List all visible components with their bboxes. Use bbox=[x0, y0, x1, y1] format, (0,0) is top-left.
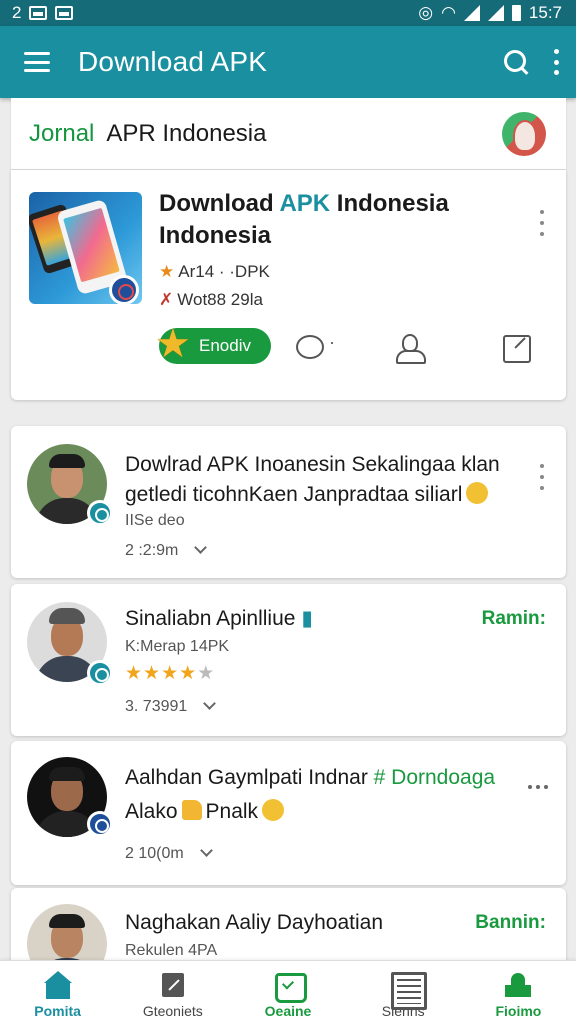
verified-badge-icon bbox=[87, 500, 113, 526]
post-card[interactable]: Naghakan Aaliy Dayhoatian Bannin: Rekule… bbox=[11, 888, 566, 984]
post-time: 3. 73991 bbox=[125, 697, 217, 716]
post-time: 2 :2:9m bbox=[125, 541, 208, 560]
featured-app-title[interactable]: Download APK Indonesia Indonesia bbox=[159, 188, 519, 252]
post-card[interactable]: Sinaliabn Apinlliue ▮ Ramin: K:Merap 14P… bbox=[11, 584, 566, 736]
verified-icon: ▮ bbox=[301, 607, 313, 630]
avatar-hair bbox=[49, 767, 85, 781]
battery-icon bbox=[511, 5, 521, 21]
card-more-icon[interactable] bbox=[538, 210, 546, 236]
verified-badge-icon bbox=[87, 660, 113, 686]
nav-item-posts[interactable]: Gteoniets bbox=[115, 961, 230, 1024]
post-title-text: Sinaliabn Apinlliue bbox=[125, 607, 296, 630]
app-bar: Download APK bbox=[0, 26, 576, 98]
nav-label: Oeaine bbox=[264, 1003, 312, 1019]
post-line-2-b: Pnalk bbox=[205, 800, 259, 823]
thumbs-up-icon bbox=[181, 800, 202, 821]
avatar-hair bbox=[49, 454, 85, 468]
bottom-navigation: Pomita Gteoniets Oeaine Slenns Fioimo bbox=[0, 960, 576, 1024]
meta-rating: ★ Ar14 · ·DPK bbox=[159, 262, 270, 282]
chevron-down-icon[interactable] bbox=[203, 697, 217, 710]
meta-info-text: Wot88 29la bbox=[177, 290, 263, 309]
sync-icon: ◎ bbox=[418, 3, 434, 22]
star-empty-icon: ★ bbox=[197, 663, 216, 684]
rating-stars: ★★★★★ bbox=[125, 662, 215, 685]
brand-label: Jornal bbox=[29, 119, 95, 147]
nav-item-verified[interactable]: Oeaine bbox=[230, 961, 345, 1024]
post-time-text: 2 10(0m bbox=[125, 845, 184, 862]
chevron-down-icon[interactable] bbox=[199, 844, 213, 857]
nav-item-mosque[interactable]: Fioimo bbox=[461, 961, 576, 1024]
post-title-line-2: getledi ticohnKaen Janpradtaa siliarl bbox=[125, 480, 515, 510]
tag-icon: ✗ bbox=[159, 290, 174, 309]
image-icon bbox=[55, 6, 74, 20]
wifi-icon: ◠ bbox=[441, 3, 456, 22]
post-line-2-a: Alako bbox=[125, 800, 178, 823]
follow-button[interactable]: Bannin: bbox=[475, 912, 546, 934]
post-title: Sinaliabn Apinlliue ▮ bbox=[125, 604, 445, 634]
title-accent: APK bbox=[279, 190, 331, 217]
home-icon bbox=[43, 971, 73, 999]
verified-badge-icon bbox=[87, 811, 113, 837]
avatar-cap bbox=[49, 608, 85, 624]
post-time-text: 2 :2:9m bbox=[125, 542, 179, 559]
star-icon: ★ bbox=[159, 262, 175, 281]
star-filled-icon: ★ bbox=[161, 663, 180, 684]
avatar-hair bbox=[49, 914, 85, 928]
section-title: APR Indonesia bbox=[106, 119, 267, 147]
pentagon-check-icon bbox=[273, 971, 307, 1003]
meta-rating-text: Ar14 · ·DPK bbox=[178, 262, 270, 281]
post-title: Aalhdan Gaymlpati Indnar # Dorndoaga bbox=[125, 763, 515, 793]
post-sub: IISe deo bbox=[125, 512, 185, 529]
search-icon[interactable] bbox=[502, 48, 530, 76]
post-title-line-2-text: getledi ticohnKaen Janpradtaa siliarl bbox=[125, 483, 463, 506]
edit-icon bbox=[158, 971, 188, 999]
section-header: Jornal APR Indonesia bbox=[11, 98, 566, 170]
post-card[interactable]: Aalhdan Gaymlpati Indnar # Dorndoaga Ala… bbox=[11, 741, 566, 885]
emoji-icon bbox=[466, 482, 489, 505]
share-user-icon[interactable] bbox=[393, 332, 426, 364]
post-time-text: 3. 73991 bbox=[125, 698, 188, 715]
mosque-icon bbox=[503, 971, 533, 999]
post-time: 2 10(0m bbox=[125, 844, 213, 863]
post-card[interactable]: Dowlrad APK Inoanesin Sekalingaa klan ge… bbox=[11, 426, 566, 578]
signal-icon-2 bbox=[487, 5, 504, 21]
nav-label: Gteoniets bbox=[142, 1003, 203, 1019]
post-hashtag[interactable]: # Dorndoaga bbox=[374, 766, 495, 789]
post-title-line-1: Dowlrad APK Inoanesin Sekalingaa klan bbox=[125, 453, 500, 476]
meta-info: ✗ Wot88 29la bbox=[159, 290, 263, 310]
app-badge-icon bbox=[109, 275, 139, 305]
edit-icon[interactable] bbox=[501, 332, 533, 363]
post-line-2: Alako Pnalk bbox=[125, 797, 515, 827]
app-title: Download APK bbox=[78, 46, 268, 77]
menu-icon[interactable] bbox=[24, 52, 50, 72]
follow-button[interactable]: Ramin: bbox=[482, 608, 546, 630]
nav-label: Pomita bbox=[34, 1003, 81, 1019]
overflow-menu-icon[interactable] bbox=[552, 49, 560, 75]
star-filled-icon: ★ bbox=[125, 663, 144, 684]
profile-avatar-icon[interactable] bbox=[502, 111, 546, 156]
favorite-star-icon[interactable]: ★ bbox=[155, 324, 191, 364]
chevron-down-icon[interactable] bbox=[194, 541, 208, 554]
nav-label: Fioimo bbox=[495, 1003, 542, 1019]
status-left-text: 2 bbox=[12, 3, 22, 22]
signal-icon bbox=[463, 5, 480, 21]
list-icon bbox=[388, 971, 428, 1010]
notification-icon bbox=[29, 6, 48, 20]
star-filled-icon: ★ bbox=[143, 663, 162, 684]
status-time: 15:7 bbox=[528, 3, 562, 22]
nav-item-home[interactable]: Pomita bbox=[0, 961, 115, 1024]
status-bar: 2 ◎ ◠ 15:7 bbox=[0, 0, 576, 26]
nav-item-list[interactable]: Slenns bbox=[346, 961, 461, 1024]
post-sub: K:Merap 14PK bbox=[125, 638, 230, 655]
featured-app-card[interactable]: Download APK Indonesia Indonesia ★ Ar14 ·… bbox=[11, 170, 566, 400]
comment-icon[interactable] bbox=[293, 332, 335, 362]
post-more-icon[interactable] bbox=[528, 785, 548, 789]
post-title-text: Aalhdan Gaymlpati Indnar bbox=[125, 766, 368, 789]
star-filled-icon: ★ bbox=[179, 663, 198, 684]
title-part-1: Download bbox=[159, 190, 274, 217]
post-sub: Rekulen 4PA bbox=[125, 942, 218, 959]
post-title: Naghakan Aaliy Dayhoatian bbox=[125, 911, 384, 934]
post-more-icon[interactable] bbox=[538, 464, 546, 490]
emoji-icon bbox=[262, 799, 285, 822]
